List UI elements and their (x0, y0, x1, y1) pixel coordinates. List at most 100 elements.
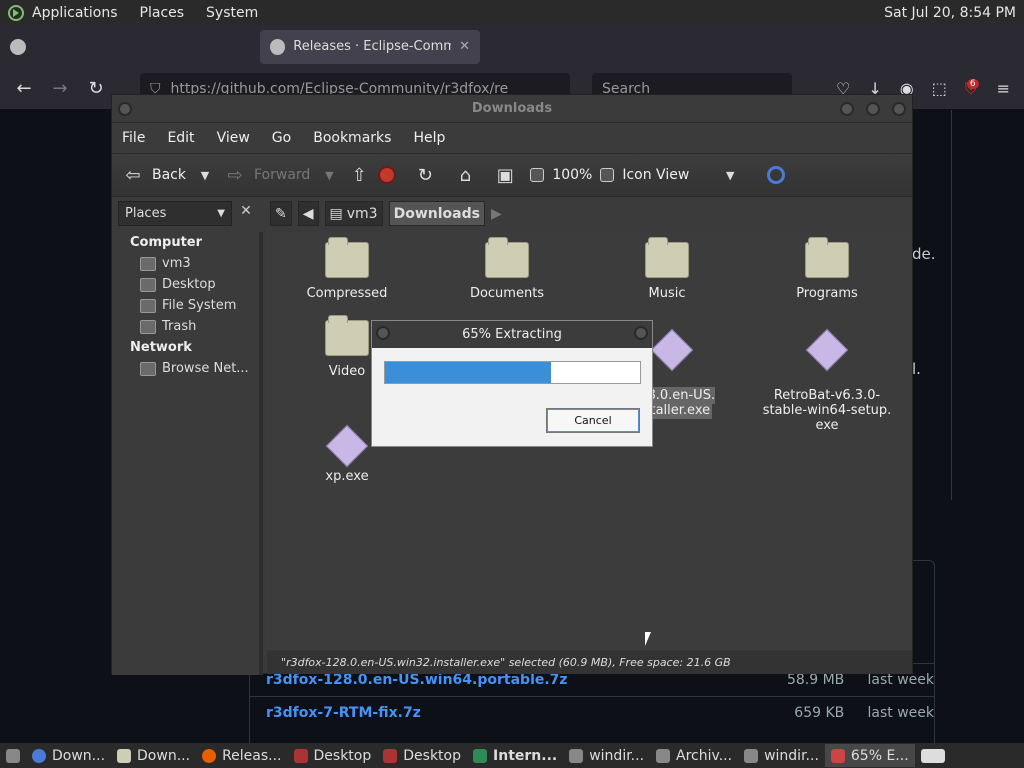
breadcrumb-right-icon[interactable]: ▶ (491, 206, 502, 222)
task-item[interactable]: Desktop (377, 744, 467, 767)
task-item[interactable]: Desktop (288, 744, 378, 767)
tab-inactive[interactable] (0, 30, 260, 64)
edit-location-icon[interactable]: ✎ (270, 201, 292, 226)
back-history-icon[interactable]: ▼ (194, 169, 216, 182)
task-item[interactable]: windir... (738, 744, 825, 767)
breadcrumb-vm3[interactable]: ▤ vm3 (324, 201, 383, 226)
ublock-icon[interactable]: ⛨6 (965, 78, 979, 99)
toolbar: ⇦ Back ▼ ⇨ Forward ▼ ⇧ ↻ ⌂ ▣ 100% Icon V… (112, 153, 912, 197)
tab-close-icon[interactable]: ✕ (459, 39, 470, 54)
menu-file[interactable]: File (122, 130, 145, 146)
up-icon[interactable]: ⇧ (348, 165, 370, 186)
search-icon[interactable] (767, 166, 786, 184)
menu-bar: File Edit View Go Bookmarks Help (112, 123, 912, 153)
task-item[interactable]: windir... (563, 744, 650, 767)
task-label: Desktop (403, 747, 462, 764)
task-item[interactable]: Down... (26, 744, 111, 767)
menu-help[interactable]: Help (413, 130, 445, 146)
menu-edit[interactable]: Edit (167, 130, 194, 146)
forward-button[interactable]: Forward (254, 167, 310, 183)
github-icon (10, 38, 26, 55)
breadcrumb-left-icon[interactable]: ◀ (297, 201, 319, 226)
file-item-folder[interactable]: Programs (752, 237, 902, 301)
task-label: 65% E... (850, 747, 909, 764)
file-item-folder[interactable]: Music (592, 237, 742, 301)
menu-applications[interactable]: Applications (32, 5, 118, 21)
dialog-titlebar[interactable]: 65% Extracting (372, 321, 652, 348)
reload-icon[interactable]: ↻ (414, 165, 436, 186)
breadcrumb-downloads[interactable]: Downloads (388, 201, 485, 226)
page-text-fragment: de. (912, 245, 936, 263)
file-name: RetroBat-v6.3.0- stable-win64-setup. exe (762, 388, 892, 433)
file-item-folder[interactable]: Documents (432, 237, 582, 301)
file-item-exe[interactable]: RetroBat-v6.3.0- stable-win64-setup. exe (752, 316, 902, 433)
menu-system[interactable]: System (206, 5, 258, 21)
top-panel: Applications Places System Sat Jul 20, 8… (0, 0, 1024, 25)
firefox-icon (202, 748, 217, 763)
asset-name[interactable]: r3dfox-128.0.en-US.win64.portable.7z (266, 672, 715, 688)
tab-bar: Releases · Eclipse-Commun ✕ (0, 25, 1024, 68)
view-mode-dropdown-icon[interactable]: ▼ (719, 169, 741, 182)
clock[interactable]: Sat Jul 20, 8:54 PM (876, 5, 1024, 21)
forward-icon[interactable]: → (48, 77, 72, 101)
sidebar-item-desktop[interactable]: Desktop (112, 274, 259, 295)
task-label: windir... (764, 747, 819, 764)
maximize-icon[interactable] (866, 102, 880, 116)
zoom-level[interactable]: 100% (552, 167, 592, 183)
asset-date: last week (867, 705, 935, 721)
zoom-out-icon[interactable] (530, 168, 545, 182)
distro-logo-icon[interactable] (8, 4, 24, 21)
chevron-down-icon: ▼ (217, 208, 225, 219)
zoom-in-icon[interactable] (600, 168, 615, 182)
menu-bookmarks[interactable]: Bookmarks (313, 130, 391, 146)
sidebar-item-file-system[interactable]: File System (112, 295, 259, 316)
home-icon[interactable]: ⌂ (454, 165, 476, 186)
workspace-switcher[interactable] (915, 744, 951, 767)
computer-icon[interactable]: ▣ (494, 165, 516, 186)
asset-name[interactable]: r3dfox-7-RTM-fix.7z (266, 705, 715, 721)
reload-icon[interactable]: ↻ (84, 77, 108, 101)
menu-go[interactable]: Go (272, 130, 291, 146)
dialog-title: 65% Extracting (462, 327, 562, 342)
asset-row[interactable]: r3dfox-7-RTM-fix.7z 659 KB last week (250, 696, 934, 729)
sidebar-item-browse-network[interactable]: Browse Net... (112, 358, 259, 379)
close-icon[interactable] (634, 326, 648, 340)
task-item[interactable]: Releas... (196, 744, 287, 767)
window-title: Downloads (471, 101, 553, 116)
window-menu-icon[interactable] (118, 102, 132, 116)
forward-arrow-icon[interactable]: ⇨ (224, 165, 246, 186)
cancel-button[interactable]: Cancel (546, 408, 640, 433)
window-menu-icon[interactable] (376, 326, 390, 340)
show-desktop-icon (6, 748, 20, 763)
home-folder-icon (140, 256, 156, 271)
task-item[interactable]: Archiv... (650, 744, 738, 767)
menu-icon[interactable]: ≡ (997, 79, 1010, 99)
tab-releases[interactable]: Releases · Eclipse-Commun ✕ (260, 29, 480, 64)
task-item[interactable]: Intern... (467, 744, 563, 767)
window-titlebar[interactable]: Downloads (112, 95, 912, 123)
stop-icon[interactable] (378, 166, 397, 184)
folder-icon (117, 748, 132, 763)
task-item-active[interactable]: 65% E... (824, 744, 915, 767)
taskbar: Down... Down... Releas... Desktop Deskto… (0, 743, 1024, 768)
sidebar-type-select[interactable]: Places ▼ (118, 201, 232, 226)
menu-places[interactable]: Places (140, 5, 185, 21)
file-item-folder[interactable]: Compressed (272, 237, 422, 301)
exe-icon (325, 424, 369, 468)
menu-view[interactable]: View (217, 130, 250, 146)
close-icon[interactable] (892, 102, 906, 116)
back-arrow-icon[interactable]: ⇦ (122, 165, 144, 186)
show-desktop-button[interactable] (0, 744, 26, 767)
view-mode-select[interactable]: Icon View (622, 167, 689, 183)
extensions-icon[interactable]: ⬚ (932, 79, 947, 99)
forward-history-icon[interactable]: ▼ (318, 169, 340, 182)
sidebar-item-vm3[interactable]: vm3 (112, 253, 259, 274)
minimize-icon[interactable] (840, 102, 854, 116)
progress-bar (384, 361, 641, 384)
back-icon[interactable]: ← (12, 77, 36, 101)
back-button[interactable]: Back (152, 167, 186, 183)
task-label: windir... (589, 747, 645, 764)
close-sidebar-icon[interactable]: ✕ (236, 203, 256, 223)
sidebar-item-trash[interactable]: Trash (112, 316, 259, 337)
task-item[interactable]: Down... (111, 744, 196, 767)
